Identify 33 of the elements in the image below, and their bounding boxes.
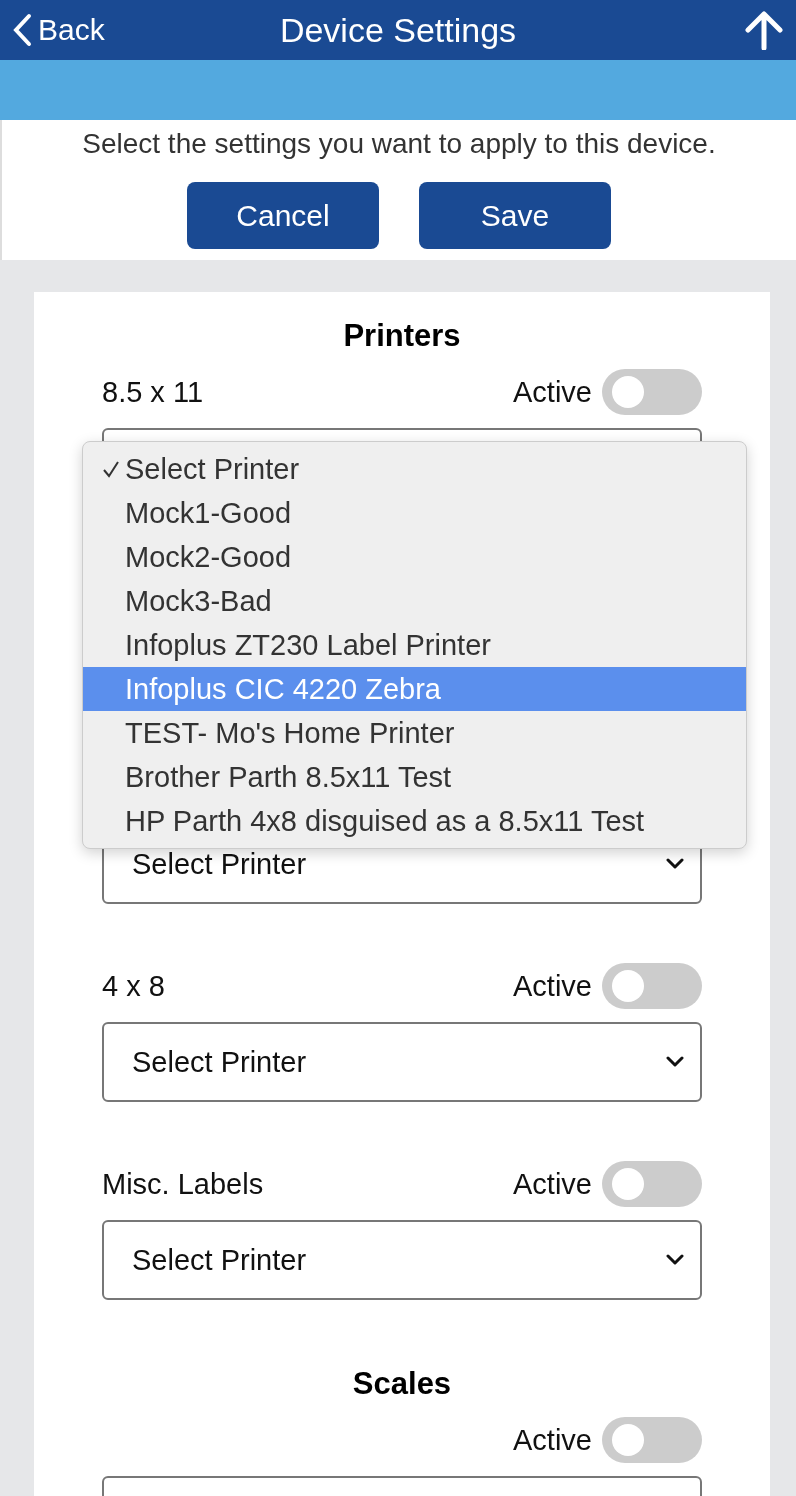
printer-select[interactable]: Select Printer [102,1022,702,1102]
menu-option[interactable]: Mock1-Good [83,491,746,535]
menu-option[interactable]: Mock2-Good [83,535,746,579]
active-toggle[interactable] [602,963,702,1009]
page-title: Device Settings [279,10,517,50]
printer-label: 4 x 8 [102,969,165,1003]
active-toggle[interactable] [602,369,702,415]
menu-option[interactable]: TEST- Mo's Home Printer [83,711,746,755]
active-toggle[interactable] [602,1417,702,1463]
menu-option[interactable]: Infoplus ZT230 Label Printer [83,623,746,667]
save-button[interactable]: Save [419,182,611,249]
chevron-down-icon [666,1254,684,1266]
cancel-button[interactable]: Cancel [187,182,379,249]
chevron-down-icon [666,858,684,870]
section-title: Scales [351,1365,453,1403]
chevron-down-icon [666,1056,684,1068]
checkmark-icon [102,460,120,478]
menu-option[interactable]: Mock3-Bad [83,579,746,623]
active-toggle[interactable] [602,1161,702,1207]
active-label: Active [513,1423,592,1457]
active-label: Active [513,1167,592,1201]
section-title: Printers [342,317,462,355]
menu-option[interactable]: Brother Parth 8.5x11 Test [83,755,746,799]
printer-label: 8.5 x 11 [102,375,204,409]
instruction-text: Select the settings you want to apply to this device. [81,127,717,160]
chevron-left-icon [12,13,32,47]
active-label: Active [513,969,592,1003]
printer-select[interactable]: Select Printer [102,1220,702,1300]
printer-label: Misc. Labels [102,1167,264,1201]
home-arrow-icon[interactable] [744,10,784,50]
active-label: Active [513,375,592,409]
menu-option[interactable]: Select Printer [83,447,746,491]
back-button[interactable]: Back [12,13,105,47]
